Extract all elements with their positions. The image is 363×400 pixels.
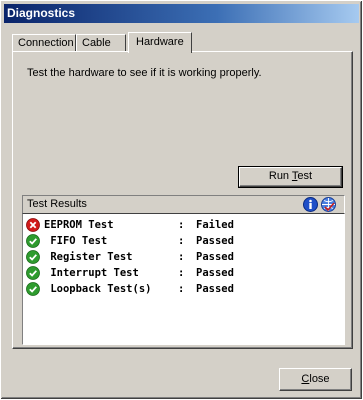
test-name: Register Test xyxy=(44,251,133,263)
test-separator: : xyxy=(178,267,185,279)
test-name: EEPROM Test xyxy=(44,219,114,231)
run-test-button[interactable]: Run Test xyxy=(238,166,343,188)
test-status: Passed xyxy=(196,267,234,279)
test-name: Interrupt Test xyxy=(44,267,139,279)
test-results-title: Test Results xyxy=(27,198,87,210)
check-icon xyxy=(26,266,40,280)
title-bar[interactable]: Diagnostics xyxy=(4,4,359,23)
close-button[interactable]: Close xyxy=(279,368,352,391)
list-item: Loopback Test(s) : Passed xyxy=(26,281,234,297)
tab-cable[interactable]: Cable xyxy=(76,34,126,52)
window-title: Diagnostics xyxy=(7,6,76,20)
list-item: Register Test : Passed xyxy=(26,249,234,265)
test-status: Passed xyxy=(196,251,234,263)
tab-label: Hardware xyxy=(136,36,184,48)
tab-connection[interactable]: Connection xyxy=(12,34,76,52)
test-status: Failed xyxy=(196,219,234,231)
test-separator: : xyxy=(178,251,185,263)
test-separator: : xyxy=(178,235,185,247)
tab-label: Connection xyxy=(18,37,74,49)
test-results-group: Test Results EEPROM Test: Failed FIFO T… xyxy=(22,195,345,345)
test-results-header: Test Results xyxy=(22,195,345,213)
test-name: Loopback Test(s) xyxy=(44,283,152,295)
hardware-panel: Test the hardware to see if it is workin… xyxy=(12,51,353,349)
list-item: EEPROM Test : Failed xyxy=(26,217,234,233)
tab-label: Cable xyxy=(82,37,111,49)
web-help-icon[interactable] xyxy=(321,197,336,212)
list-item: Interrupt Test : Passed xyxy=(26,265,234,281)
test-results-list[interactable]: EEPROM Test : Failed FIFO Test : Passed xyxy=(22,213,345,345)
test-status: Passed xyxy=(196,283,234,295)
check-icon xyxy=(26,282,40,296)
check-icon xyxy=(26,250,40,264)
run-test-suffix: est xyxy=(297,170,313,182)
info-icon[interactable] xyxy=(303,197,318,212)
list-item: FIFO Test : Passed xyxy=(26,233,234,249)
error-icon xyxy=(26,218,40,232)
test-name: FIFO Test xyxy=(44,235,108,247)
test-separator: : xyxy=(178,283,185,295)
test-separator: : xyxy=(178,219,185,231)
close-suffix: lose xyxy=(309,373,330,385)
diagnostics-window: Diagnostics Connection Cable Hardware Te… xyxy=(0,0,363,400)
tab-hardware[interactable]: Hardware xyxy=(128,32,192,53)
check-icon xyxy=(26,234,40,248)
test-status: Passed xyxy=(196,235,234,247)
hardware-description: Test the hardware to see if it is workin… xyxy=(27,67,262,79)
run-test-prefix: Run xyxy=(268,170,292,182)
